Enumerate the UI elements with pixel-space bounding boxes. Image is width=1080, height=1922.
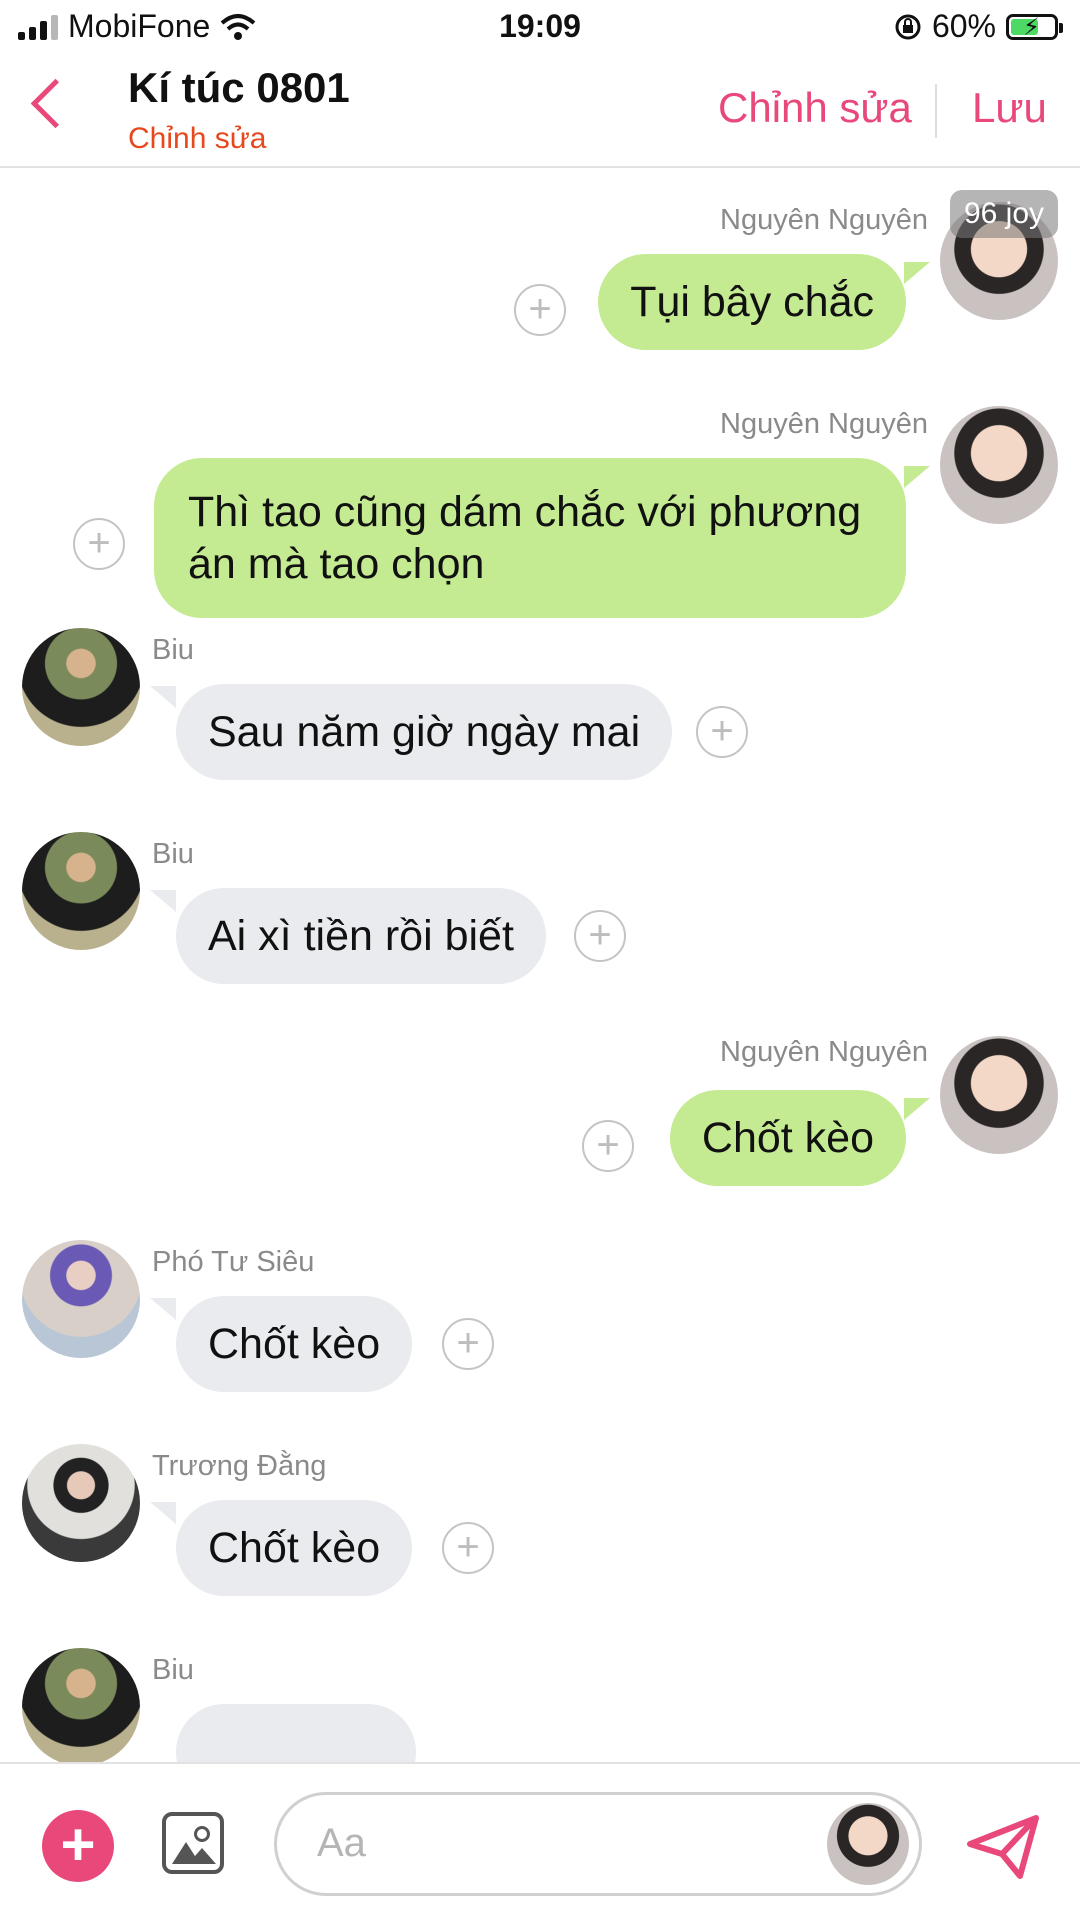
sender-name: Nguyên Nguyên: [720, 1036, 928, 1068]
avatar[interactable]: [22, 628, 140, 746]
message-bubble[interactable]: Chốt kèo: [669, 1090, 906, 1186]
sender-name: Trương Đằng: [152, 1450, 327, 1482]
composer-bar: + Aa: [0, 1762, 1080, 1922]
reaction-add-icon[interactable]: +: [514, 284, 566, 336]
sender-name: Biu: [152, 1654, 194, 1686]
sender-name: Phó Tư Siêu: [152, 1246, 315, 1278]
reaction-add-icon[interactable]: +: [696, 706, 748, 758]
bubble-tail: [904, 1098, 930, 1120]
bubble-tail: [150, 1298, 176, 1320]
image-icon[interactable]: [162, 1812, 224, 1874]
sender-name: Biu: [152, 634, 194, 666]
bubble-tail: [150, 686, 176, 708]
sender-name: Nguyên Nguyên: [720, 204, 928, 236]
reaction-add-icon[interactable]: +: [73, 518, 125, 570]
rotation-lock-icon: [895, 14, 921, 39]
message-bubble[interactable]: Thì tao cũng dám chắc với phương án mà t…: [154, 458, 906, 618]
edit-button[interactable]: Chỉnh sửa: [718, 84, 912, 132]
avatar[interactable]: [22, 1444, 140, 1562]
message-bubble[interactable]: Chốt kèo: [176, 1500, 413, 1596]
message-bubble[interactable]: Sau năm giờ ngày mai: [176, 684, 673, 780]
chat-subtitle[interactable]: Chỉnh sửa: [128, 122, 267, 156]
message-bubble[interactable]: Chốt kèo: [176, 1296, 413, 1392]
bubble-tail: [150, 1502, 176, 1524]
bubble-tail: [904, 262, 930, 284]
save-button[interactable]: Lưu: [972, 84, 1047, 132]
reaction-add-icon[interactable]: +: [442, 1522, 494, 1574]
message-bubble[interactable]: [176, 1704, 416, 1762]
message-input[interactable]: Aa: [274, 1792, 922, 1896]
sender-name: Nguyên Nguyên: [720, 408, 928, 440]
chat-header: Kí túc 0801 Chỉnh sửa Chỉnh sửa Lưu: [0, 56, 1080, 168]
message-list[interactable]: Nguyên Nguyên Tụi bây chắc + Nguyên Nguy…: [0, 168, 1080, 1762]
send-icon[interactable]: [966, 1814, 1040, 1880]
battery-icon: ⚡: [1006, 13, 1063, 41]
status-bar: MobiFone 19:09 60% ⚡: [0, 0, 1080, 56]
reaction-add-icon[interactable]: +: [582, 1120, 634, 1172]
avatar[interactable]: [22, 1648, 140, 1762]
bubble-tail: [150, 890, 176, 912]
avatar[interactable]: [22, 1240, 140, 1358]
message-bubble[interactable]: Tụi bây chắc: [598, 254, 906, 350]
message-bubble[interactable]: Ai xì tiền rồi biết: [176, 888, 546, 984]
header-divider: [935, 84, 937, 138]
input-placeholder: Aa: [317, 1821, 366, 1865]
bubble-tail: [904, 466, 930, 488]
battery-percent: 60%: [931, 8, 996, 44]
avatar[interactable]: [940, 1036, 1058, 1154]
avatar[interactable]: [22, 832, 140, 950]
add-button[interactable]: +: [42, 1810, 114, 1882]
reaction-add-icon[interactable]: +: [574, 910, 626, 962]
chat-title: Kí túc 0801: [128, 64, 350, 111]
status-right: 60% ⚡: [894, 8, 1063, 45]
sender-name: Biu: [152, 838, 194, 870]
back-chevron-icon[interactable]: [30, 78, 81, 129]
reaction-add-icon[interactable]: +: [442, 1318, 494, 1370]
sender-avatar-toggle[interactable]: [827, 1803, 909, 1885]
avatar[interactable]: [940, 406, 1058, 524]
watermark-badge: 96 joy: [950, 190, 1058, 238]
